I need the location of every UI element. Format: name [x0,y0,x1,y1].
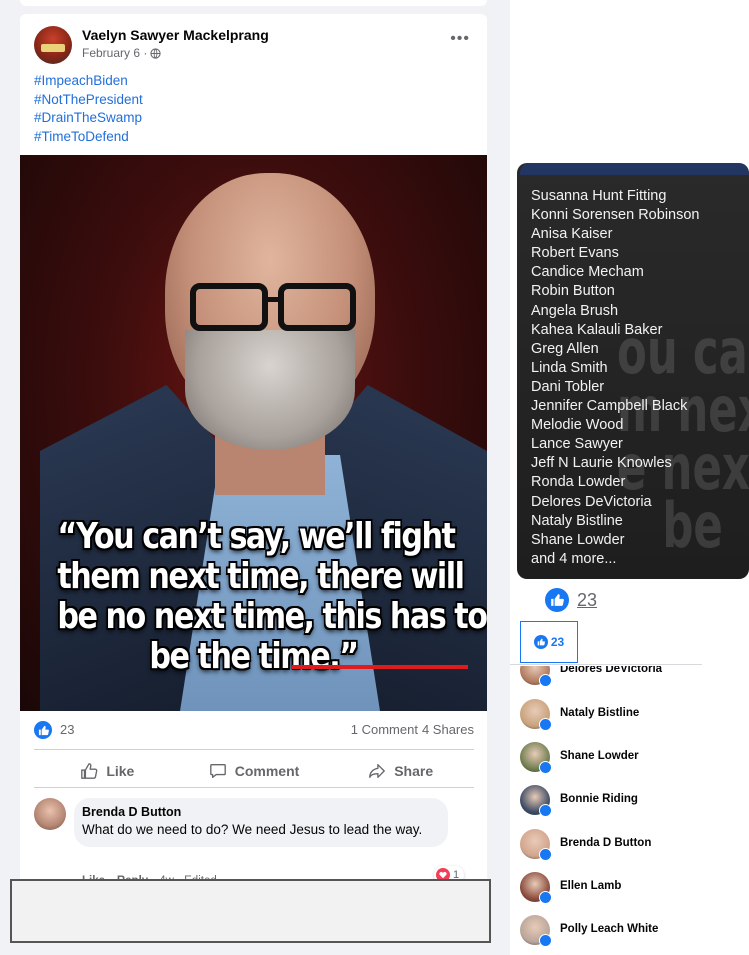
post-image[interactable]: “You can’t say, we’ll fight them next ti… [20,155,487,711]
tooltip-reactor-name: Delores DeVictoria [531,493,652,510]
like-reaction-icon [545,588,569,612]
author-name[interactable]: Vaelyn Sawyer Mackelprang [82,27,269,43]
reactor-row[interactable]: Bonnie Riding [520,785,740,819]
tab-divider [510,664,702,665]
tooltip-top-edge [520,163,749,175]
redacted-box [10,879,491,943]
comment-button[interactable]: Comment [181,754,328,788]
tooltip-reactor-name: Lance Sawyer [531,436,623,453]
post-actions: Like Comment Share [34,754,474,788]
hashtag-link[interactable]: #ImpeachBiden [34,72,143,91]
tooltip-reactor-name: Anisa Kaiser [531,226,613,243]
reactions-panel: 23 Delores DeVictoria Nataly Bistline Shan… [510,618,749,955]
like-badge-icon [539,848,552,861]
photo-glasses-left [190,283,268,331]
tab-like-reactions[interactable]: 23 [520,621,578,663]
share-count-link[interactable]: 4 Shares [422,722,474,737]
reactor-row[interactable]: Polly Leach White [520,915,740,949]
reactor-name-list: Susanna Hunt Fitting Konni Sorensen Robin… [531,187,699,569]
comment-icon [209,764,226,778]
commenter-avatar[interactable] [34,798,66,830]
tooltip-reactor-name: and 4 more... [531,550,617,567]
tooltip-reactor-name: Angela Brush [531,302,619,319]
tooltip-reactor-name: Greg Allen [531,340,599,357]
share-label: Share [394,763,434,779]
thumbs-up-icon [81,763,98,779]
tooltip-reactor-name: Jennifer Campbell Black [531,398,688,415]
tooltip-reactor-name: Ronda Lowder [531,474,626,491]
hashtag-link[interactable]: #DrainTheSwamp [34,109,143,128]
commenter-name[interactable]: Brenda D Button [82,805,436,819]
like-reaction-icon [533,635,548,649]
tooltip-reactor-name: Melodie Wood [531,417,624,434]
tooltip-reactor-name: Dani Tobler [531,378,605,395]
comment-text: What do we need to do? We need Jesus to … [82,822,423,837]
reactor-name[interactable]: Nataly Bistline [560,707,639,719]
reactor-row[interactable]: Nataly Bistline [520,699,740,733]
like-badge-icon [539,718,552,731]
like-badge-icon [539,934,552,947]
tooltip-reactor-name: Candice Mecham [531,264,644,281]
reaction-summary-count[interactable]: 23 [577,590,597,611]
tooltip-reactor-name: Susanna Hunt Fitting [531,188,667,204]
reactor-name[interactable]: Bonnie Riding [560,793,638,805]
like-reaction-icon[interactable] [34,721,52,739]
reactor-name[interactable]: Shane Lowder [560,750,639,762]
reactor-row[interactable]: Brenda D Button [520,829,740,863]
reactor-name[interactable]: Brenda D Button [560,837,651,849]
comment-bubble: Brenda D Button What do we need to do? W… [74,798,448,847]
red-underline-annotation [292,665,468,669]
reactors-tooltip: ou car m nex e nex be Susanna Hunt Fitti… [517,163,749,579]
author-avatar[interactable] [34,26,72,64]
image-quote: “You can’t say, we’ll fight them next ti… [57,516,487,677]
tooltip-reactor-name: Shane Lowder [531,531,625,548]
like-badge-icon [539,891,552,904]
reactor-name[interactable]: Polly Leach White [560,923,658,935]
share-button[interactable]: Share [327,754,474,788]
like-badge-icon [539,804,552,817]
reactor-row[interactable]: Ellen Lamb [520,872,740,906]
post-header: Vaelyn Sawyer Mackelprang February 6 · •… [34,26,474,66]
post-meta: February 6 · [82,46,161,60]
photo-glasses-bridge [266,297,280,302]
tooltip-reactor-name: Nataly Bistline [531,512,623,529]
hashtag-link[interactable]: #TimeToDefend [34,128,143,147]
actions-divider [34,787,474,788]
quote-line: be no next time, this has to [57,596,487,637]
post-card: Vaelyn Sawyer Mackelprang February 6 · •… [20,14,487,894]
reactor-name[interactable]: Ellen Lamb [560,880,621,892]
comment-label: Comment [234,763,300,779]
quote-line: “You can’t say, we’ll fight [57,516,456,557]
previous-post-edge [20,0,487,6]
stats-divider [34,749,474,750]
post-stats-right: 1 Comment 4 Shares [351,722,474,737]
more-options-icon[interactable]: ••• [450,30,470,48]
post-date[interactable]: February 6 · [82,46,147,60]
hashtag-list: #ImpeachBiden #NotThePresident #DrainThe… [34,72,143,146]
tooltip-reactor-name: Robin Button [531,283,615,300]
tab-count: 23 [550,635,565,649]
like-badge-icon [539,761,552,774]
tooltip-background: ou car m nex e nex be Susanna Hunt Fitti… [517,163,749,579]
hashtag-link[interactable]: #NotThePresident [34,91,143,110]
tooltip-reactor-name: Linda Smith [531,359,608,376]
like-badge-icon [539,674,552,687]
tooltip-reactor-name: Konni Sorensen Robinson [531,207,700,224]
reactor-row[interactable]: Shane Lowder [520,742,740,776]
tooltip-reactor-name: Jeff N Laurie Knowles [531,455,672,472]
share-arrow-icon [369,764,386,778]
like-label: Like [106,763,135,779]
quote-line: them next time, there will [57,556,465,597]
quote-line: be the time.” [149,636,359,677]
like-button[interactable]: Like [34,754,181,788]
reaction-summary[interactable]: 23 [545,588,597,612]
tooltip-reactor-name: Kahea Kalauli Baker [531,321,663,338]
tooltip-reactor-name: Robert Evans [531,245,619,262]
photo-glasses-right [278,283,356,331]
comment-count-link[interactable]: 1 Comment [351,722,418,737]
post-stats: 23 1 Comment 4 Shares [34,720,474,740]
reaction-count[interactable]: 23 [60,722,74,737]
photo-beard [185,330,355,450]
globe-icon [150,47,161,59]
